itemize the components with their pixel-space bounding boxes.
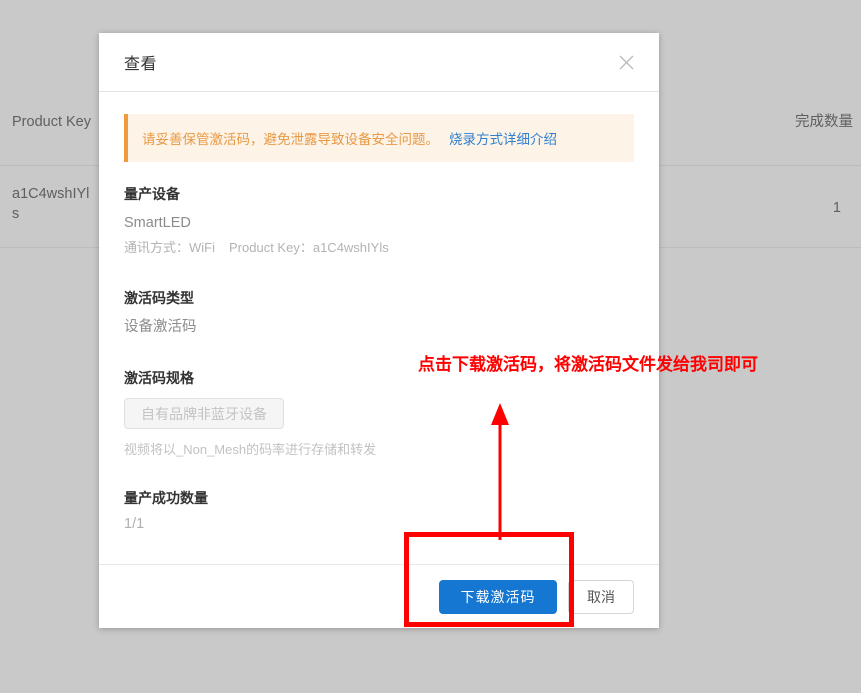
cell-finished-qty: 1 [832, 200, 841, 216]
value-device-name: SmartLED [124, 215, 191, 231]
label-mass-production-device: 量产设备 [124, 186, 180, 202]
device-meta-network-value: WiFi [189, 240, 216, 255]
value-success-count: 1/1 [124, 516, 145, 532]
view-dialog: 查看 请妥善保管激活码，避免泄露导致设备安全问题。 烧录方式详细介绍 量产设备 … [99, 33, 659, 628]
security-warning-alert: 请妥善保管激活码，避免泄露导致设备安全问题。 烧录方式详细介绍 [124, 114, 634, 162]
cancel-button[interactable]: 取消 [568, 579, 634, 614]
column-header-finished-qty: 完成数量 [795, 114, 853, 130]
device-meta: 通讯方式：WiFi Product Key：a1C4wshIYls [124, 238, 634, 258]
section-success-count: 量产成功数量 1/1 [124, 488, 634, 532]
section-activation-code-spec: 激活码规格 视频将以_Non_Mesh的码率进行存储和转发 [124, 368, 634, 458]
dialog-header: 查看 [99, 33, 659, 92]
download-activation-code-button[interactable]: 下载激活码 [439, 579, 557, 614]
dialog-title: 查看 [124, 56, 158, 73]
label-success-count: 量产成功数量 [124, 490, 208, 506]
label-activation-code-type: 激活码类型 [124, 290, 194, 306]
alert-message: 请妥善保管激活码，避免泄露导致设备安全问题。 [142, 132, 439, 147]
section-activation-code-type: 激活码类型 设备激活码 [124, 288, 634, 338]
activation-code-spec-hint: 视频将以_Non_Mesh的码率进行存储和转发 [124, 442, 377, 457]
screen: Product Key 量 完成数量 a1C4wshIYls 1 查看 请妥善保… [0, 0, 861, 693]
device-meta-product-key-value: a1C4wshIYls [312, 240, 389, 255]
device-meta-product-key-label: Product Key： [229, 240, 313, 255]
activation-code-spec-input[interactable] [124, 398, 284, 429]
device-meta-network: 通讯方式：WiFi [124, 240, 215, 255]
column-header-product-key: Product Key [12, 114, 91, 130]
section-mass-production-device: 量产设备 SmartLED 通讯方式：WiFi Product Key：a1C4w… [124, 184, 634, 258]
value-activation-code-type: 设备激活码 [124, 319, 197, 335]
device-meta-network-label: 通讯方式： [124, 240, 190, 255]
dialog-body: 请妥善保管激活码，避免泄露导致设备安全问题。 烧录方式详细介绍 量产设备 Sma… [99, 92, 659, 564]
burning-guide-link[interactable]: 烧录方式详细介绍 [449, 128, 557, 148]
device-meta-product-key: Product Key：a1C4wshIYls [229, 240, 389, 255]
cell-product-key: a1C4wshIYls [12, 186, 90, 222]
close-icon[interactable] [613, 49, 639, 75]
annotation-note-text: 点击下载激活码，将激活码文件发给我司即可 [418, 355, 758, 375]
dialog-footer: 下载激活码 取消 [99, 564, 659, 628]
